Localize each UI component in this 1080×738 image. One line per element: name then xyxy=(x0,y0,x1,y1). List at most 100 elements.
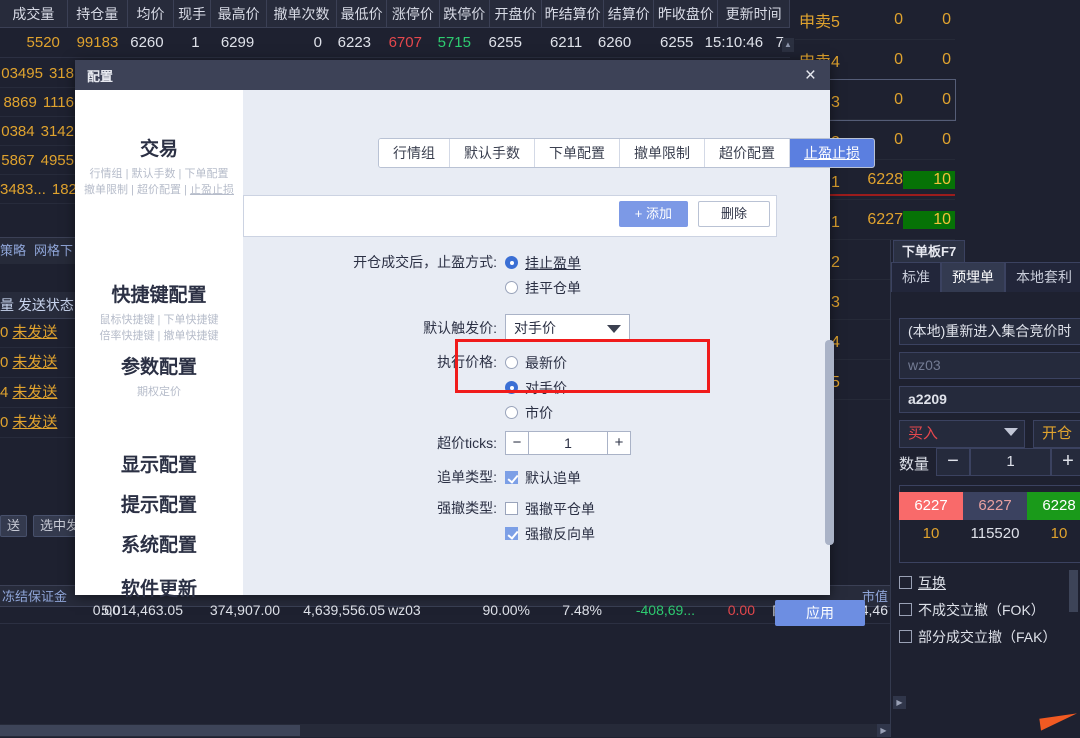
left-order-table[interactable]: 03495 318 8869 1116 0384 3142 5867 4955 3483... 1… xyxy=(0,59,85,204)
scrollbar-thumb[interactable] xyxy=(0,725,300,736)
quote-header-cell[interactable]: 开盘价 xyxy=(490,0,543,28)
tab-标准[interactable]: 标准 xyxy=(891,262,941,292)
checkbox-force-cancel-close[interactable]: 强撤平仓单 xyxy=(505,496,788,521)
table-row[interactable]: 4 未发送 xyxy=(0,378,78,408)
order-pad-tabs[interactable]: 标准 预埋单 本地套利 xyxy=(891,262,1080,292)
quantity-input[interactable]: 1 xyxy=(970,448,1051,476)
exec-price-label: 执行价格: xyxy=(437,354,497,370)
radio-option-market-price[interactable]: 市价 xyxy=(505,400,788,425)
list-item[interactable]: 网格下 xyxy=(34,243,73,258)
sidebar-item-参数配置[interactable]: 参数配置 期权定价 xyxy=(75,352,243,400)
dialog-vertical-scrollbar[interactable] xyxy=(825,340,834,545)
sidebar-item-sublinks[interactable]: 期权定价 xyxy=(75,384,243,400)
quote-header-cell[interactable]: 昨结算价 xyxy=(542,0,605,28)
tab-超价配置[interactable]: 超价配置 xyxy=(705,139,790,167)
summary-cell: 7.48% xyxy=(562,602,602,618)
contract-field[interactable]: a2209 xyxy=(899,386,1080,413)
tab-预埋单[interactable]: 预埋单 xyxy=(941,262,1005,292)
apply-button[interactable]: 应用 xyxy=(775,600,865,626)
quote-header-cell[interactable]: 结算价 xyxy=(604,0,655,28)
quantity-increment-button[interactable]: + xyxy=(1051,448,1080,476)
default-trigger-select[interactable]: 对手价 xyxy=(505,314,630,342)
depth-price: 0 xyxy=(894,90,903,108)
order-pad-scrollbar[interactable] xyxy=(1069,570,1078,612)
price-cell[interactable]: 6227 xyxy=(963,492,1027,520)
checkbox-fak[interactable]: 部分成交立撤（FAK） xyxy=(899,627,1056,647)
quote-header-cell[interactable]: 最低价 xyxy=(337,0,388,28)
sidebar-item-sublinks[interactable]: 行情组 | 默认手数 | 下单配置 撤单限制 | 超价配置 | 止盈止损 xyxy=(75,166,243,198)
horizontal-scrollbar[interactable]: ▶ xyxy=(0,724,890,737)
left-tabstrip[interactable]: 策略 网格下 xyxy=(0,237,78,264)
scroll-right-icon[interactable]: ▶ xyxy=(877,724,890,737)
checkbox-fok[interactable]: 不成交立撤（FOK） xyxy=(899,600,1045,620)
list-item[interactable]: 送 xyxy=(0,515,28,537)
tab-撤单限制[interactable]: 撤单限制 xyxy=(620,139,705,167)
delete-button[interactable]: 删除 xyxy=(697,201,770,227)
checkbox-swap[interactable]: 互换 xyxy=(899,573,946,593)
quote-header-cell[interactable]: 现手 xyxy=(174,0,212,28)
dialog-tabs[interactable]: 行情组 默认手数 下单配置 撤单限制 超价配置 止盈止损 xyxy=(378,138,875,168)
depth-row[interactable]: 申卖5 0 0 xyxy=(795,0,955,40)
table-row[interactable]: 0 未发送 xyxy=(0,318,78,348)
quote-header-cell[interactable]: 成交量 xyxy=(0,0,68,28)
radio-option-hang-close[interactable]: 挂平仓单 xyxy=(505,275,788,300)
sidebar-item-系统配置[interactable]: 系统配置 xyxy=(75,530,243,557)
add-button[interactable]: + 添加 xyxy=(618,201,688,227)
account-field[interactable]: wz03 xyxy=(899,352,1080,379)
price-cell[interactable]: 6228 xyxy=(1027,492,1080,520)
radio-icon xyxy=(505,356,518,369)
tab-下单配置[interactable]: 下单配置 xyxy=(535,139,620,167)
dialog-sidebar[interactable]: 交易 行情组 | 默认手数 | 下单配置 撤单限制 | 超价配置 | 止盈止损 快捷键… xyxy=(75,90,243,600)
sidebar-item-sublinks[interactable]: 鼠标快捷键 | 下单快捷键 倍率快捷键 | 撤单快捷键 xyxy=(75,312,243,344)
table-row[interactable]: 8869 1116 xyxy=(0,88,78,117)
overprice-ticks-stepper[interactable]: − 1 + xyxy=(505,431,788,455)
radio-option-counterparty-price[interactable]: 对手价 xyxy=(505,375,788,400)
depth-qty: 0 xyxy=(942,130,951,148)
condition-field[interactable]: (本地)重新进入集合竞价时 xyxy=(899,318,1080,345)
quote-header-cell[interactable]: 昨收盘价 xyxy=(654,0,719,28)
table-row[interactable]: 0 未发送 xyxy=(0,408,78,438)
table-row[interactable]: 5867 4955 xyxy=(0,146,78,175)
radio-option-hang-profit[interactable]: 挂止盈单 xyxy=(505,250,788,275)
overprice-decrement-button[interactable]: − xyxy=(505,431,529,455)
depth-price: 6227 xyxy=(867,210,903,228)
checkbox-default-chase[interactable]: 默认追单 xyxy=(505,465,788,490)
table-row[interactable]: 3483... 1825 xyxy=(0,175,85,204)
overprice-ticks-input[interactable]: 1 xyxy=(529,431,607,455)
close-icon[interactable]: × xyxy=(797,66,824,85)
table-row[interactable]: 0 未发送 xyxy=(0,348,78,378)
quote-table-row[interactable]: 5520 99183 6260 1 6299 0 6223 6707 5715 6255 6211 6… xyxy=(0,28,790,58)
direction-select[interactable]: 买入 xyxy=(899,420,1025,448)
table-row[interactable]: 0384 3142 xyxy=(0,117,78,146)
checkbox-force-cancel-reverse[interactable]: 强撤反向单 xyxy=(505,521,788,546)
sidebar-item-提示配置[interactable]: 提示配置 xyxy=(75,490,243,517)
sidebar-item-交易[interactable]: 交易 行情组 | 默认手数 | 下单配置 撤单限制 | 超价配置 | 止盈止损 xyxy=(75,134,243,198)
depth-scroll-up-icon[interactable]: ▲ xyxy=(782,38,794,52)
tab-止盈止损[interactable]: 止盈止损 xyxy=(790,139,874,167)
table-row[interactable]: 03495 318 xyxy=(0,59,78,88)
sidebar-item-显示配置[interactable]: 显示配置 xyxy=(75,450,243,477)
quote-header-cell[interactable]: 涨停价 xyxy=(387,0,440,28)
price-cell[interactable]: 6227 xyxy=(899,492,963,520)
left-button-row[interactable]: 送选中发 xyxy=(0,513,87,539)
quote-header-cell[interactable]: 跌停价 xyxy=(440,0,490,28)
price-ladder-prices[interactable]: 6227 6227 6228 xyxy=(899,492,1080,520)
sidebar-item-软件更新[interactable]: 软件更新 xyxy=(75,574,243,601)
quote-header-cell[interactable]: 均价 xyxy=(128,0,175,28)
tab-本地套利[interactable]: 本地套利 xyxy=(1005,262,1080,292)
quote-header-cell[interactable]: 持仓量 xyxy=(68,0,128,28)
overprice-increment-button[interactable]: + xyxy=(607,431,631,455)
quantity-decrement-button[interactable]: − xyxy=(936,448,970,476)
pad-scroll-right-icon[interactable]: ▶ xyxy=(893,696,906,709)
radio-option-latest-price[interactable]: 最新价 xyxy=(505,350,788,375)
quote-header-cell[interactable]: 更新时间 xyxy=(718,0,790,28)
sidebar-item-快捷键配置[interactable]: 快捷键配置 鼠标快捷键 | 下单快捷键 倍率快捷键 | 撤单快捷键 xyxy=(75,280,243,344)
radio-label: 市价 xyxy=(525,404,553,421)
tab-默认手数[interactable]: 默认手数 xyxy=(450,139,535,167)
quote-header-cell[interactable]: 最高价 xyxy=(211,0,268,28)
send-status-list[interactable]: 0 未发送 0 未发送 4 未发送 0 未发送 xyxy=(0,318,78,438)
quote-header-cell[interactable]: 撤单次数 xyxy=(267,0,337,28)
offset-select[interactable]: 开仓 xyxy=(1033,420,1080,448)
tab-行情组[interactable]: 行情组 xyxy=(379,139,450,167)
list-item[interactable]: 策略 xyxy=(0,243,26,258)
